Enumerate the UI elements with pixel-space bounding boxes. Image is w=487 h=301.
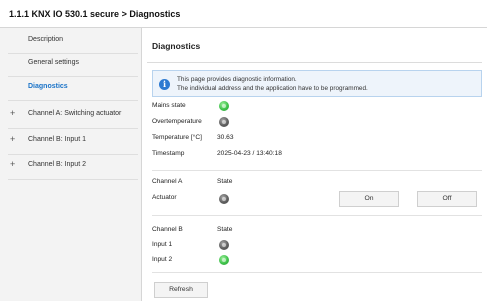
overtemperature-label: Overtemperature — [152, 118, 202, 125]
diagnostics-panel: Diagnostics i This page provides diagnos… — [142, 28, 487, 301]
expand-icon[interactable]: + — [10, 134, 15, 144]
channel-a-header: Channel A — [152, 178, 183, 185]
timestamp-value: 2025-04-23 / 13:40:18 — [217, 150, 282, 157]
temperature-value: 30.63 — [217, 134, 234, 141]
mains-state-label: Mains state — [152, 102, 186, 109]
section-divider — [152, 272, 482, 273]
sidebar-item-channel-a[interactable]: + Channel A: Switching actuator — [0, 103, 141, 126]
actuator-on-button[interactable]: On — [339, 191, 399, 207]
mains-state-led — [219, 101, 229, 111]
title-divider — [147, 62, 482, 63]
info-line-2: The individual address and the applicati… — [177, 84, 368, 92]
sidebar-item-label: Channel A: Switching actuator — [28, 110, 122, 117]
channel-b-header: Channel B — [152, 226, 183, 233]
channel-a-state-header: State — [217, 178, 233, 185]
info-line-1: This page provides diagnostic informatio… — [177, 76, 297, 83]
sidebar-divider — [8, 100, 138, 101]
overtemperature-led — [219, 117, 229, 127]
refresh-button[interactable]: Refresh — [154, 282, 208, 298]
input-1-label: Input 1 — [152, 241, 173, 248]
sidebar-item-label: Diagnostics — [28, 83, 68, 90]
sidebar-item-diagnostics[interactable]: Diagnostics — [0, 76, 141, 99]
sidebar-item-label: General settings — [28, 59, 79, 66]
sidebar-item-description[interactable]: Description — [0, 29, 141, 52]
sidebar-item-channel-b-input-2[interactable]: + Channel B: Input 2 — [0, 154, 141, 177]
title-bar: 1.1.1 KNX IO 530.1 secure > Diagnostics — [0, 0, 487, 28]
sidebar-divider — [8, 179, 138, 180]
sidebar-item-label: Description — [28, 36, 64, 43]
sidebar-item-label: Channel B: Input 1 — [28, 136, 86, 143]
timestamp-label: Timestamp — [152, 150, 185, 157]
channel-b-state-header: State — [217, 226, 233, 233]
temperature-label: Temperature [°C] — [152, 134, 202, 141]
info-banner: i This page provides diagnostic informat… — [152, 70, 482, 97]
sidebar-item-general-settings[interactable]: General settings — [0, 52, 141, 75]
window-title: 1.1.1 KNX IO 530.1 secure > Diagnostics — [9, 9, 181, 19]
sidebar-item-channel-b-input-1[interactable]: + Channel B: Input 1 — [0, 129, 141, 152]
page-title: Diagnostics — [152, 41, 201, 51]
actuator-led — [219, 194, 229, 204]
section-divider — [152, 215, 482, 216]
actuator-off-button[interactable]: Off — [417, 191, 477, 207]
sidebar-item-label: Channel B: Input 2 — [28, 161, 86, 168]
expand-icon[interactable]: + — [10, 159, 15, 169]
section-divider — [152, 170, 482, 171]
input-1-led — [219, 240, 229, 250]
info-text: This page provides diagnostic informatio… — [177, 76, 368, 93]
expand-icon[interactable]: + — [10, 108, 15, 118]
input-2-label: Input 2 — [152, 256, 173, 263]
sidebar: Description General settings Diagnostics… — [0, 28, 142, 301]
info-icon: i — [159, 79, 170, 90]
input-2-led — [219, 255, 229, 265]
actuator-label: Actuator — [152, 194, 177, 201]
